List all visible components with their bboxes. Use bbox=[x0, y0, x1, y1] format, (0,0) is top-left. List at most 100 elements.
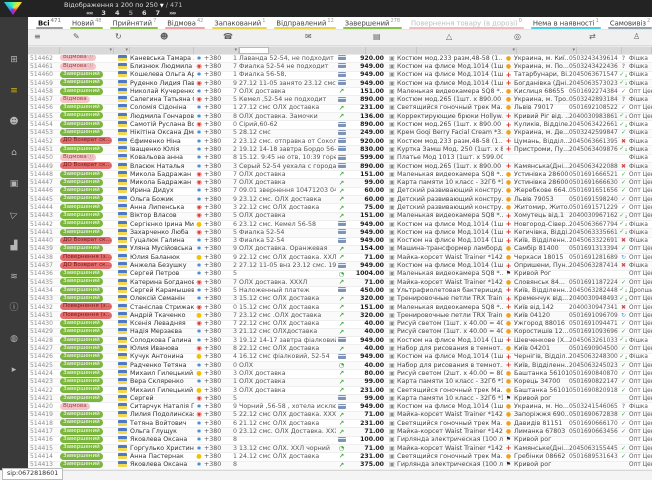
product-name: Крем Goqi Berry Facial Cream *3... bbox=[397, 129, 503, 137]
status-pill: Завершений bbox=[60, 395, 103, 402]
product-box-icon: ▣ bbox=[387, 88, 397, 96]
filter-cell-11[interactable] bbox=[622, 47, 652, 54]
comment: 22.12 смс ОЛХ доставка. ХХЛ bbox=[239, 254, 336, 262]
product-box-icon: ▣ bbox=[387, 295, 397, 303]
order-id: 514431 bbox=[28, 312, 60, 320]
sidebar-clients-icon[interactable]: ☻ bbox=[6, 117, 22, 127]
filter-cell-3[interactable] bbox=[130, 47, 194, 54]
ukrposhta-icon: ● bbox=[506, 55, 511, 62]
sidebar-info-icon[interactable]: ⓘ bbox=[6, 303, 22, 313]
kyivstar-icon: ∗ bbox=[196, 436, 201, 443]
tab-Запакований[interactable]: Запакований1 bbox=[212, 17, 267, 29]
amount: 949.00 bbox=[347, 337, 387, 345]
filter-cell-10[interactable] bbox=[577, 47, 622, 54]
tab-Нема в наявності[interactable]: Нема в наявності1 bbox=[531, 17, 601, 29]
app-logo-icon[interactable] bbox=[4, 2, 22, 15]
sidebar-dashboard-icon[interactable]: ⊞ bbox=[6, 55, 22, 65]
dropdown-icon[interactable]: ▾ bbox=[109, 47, 112, 54]
amount: 40.00 bbox=[347, 345, 387, 353]
product-box-icon: ▣ bbox=[387, 420, 397, 428]
page-number-6[interactable]: 6 bbox=[142, 9, 147, 17]
ukraine-flag-icon bbox=[118, 320, 127, 326]
filter-cell-0[interactable] bbox=[28, 47, 60, 54]
filter-cell-7[interactable] bbox=[366, 47, 417, 54]
kyivstar-icon: ∗ bbox=[196, 270, 201, 277]
dropdown-icon[interactable]: ▾ bbox=[125, 47, 128, 54]
phone: +380 bbox=[204, 304, 230, 312]
product-box-icon: ▣ bbox=[387, 378, 397, 386]
tab-Відправлений[interactable]: Відправлений12 bbox=[274, 17, 335, 29]
dropdown-icon[interactable]: ▾ bbox=[512, 47, 515, 54]
ukrposhta-icon: ● bbox=[506, 279, 511, 286]
order-id: 514441 bbox=[28, 229, 60, 237]
comment: ОЛХ доставка bbox=[239, 171, 336, 179]
money-received-icon: ↗ bbox=[339, 369, 344, 377]
product-name: Костюм на флисе Мод.1014 (1ш... bbox=[397, 229, 503, 237]
address: Хомутець від.1 bbox=[514, 212, 569, 220]
filter-cell-4[interactable]: ▾ bbox=[194, 47, 239, 54]
sidebar-settings-icon[interactable]: ≋ bbox=[6, 272, 22, 282]
filter-cell-8[interactable]: ▾ bbox=[417, 47, 517, 54]
filter-input[interactable] bbox=[239, 47, 269, 54]
filter-cell-1[interactable]: ▾ bbox=[60, 47, 114, 54]
filter-cell-6[interactable] bbox=[269, 47, 366, 54]
tab-Прийнятий[interactable]: Прийнятий7 bbox=[110, 17, 158, 29]
tab-Завершений[interactable]: Завершений278 bbox=[343, 17, 402, 29]
order-id: 514429 bbox=[28, 328, 60, 336]
sidebar-products-icon[interactable]: ▣ bbox=[6, 179, 22, 189]
sidebar-stats-icon[interactable]: ▟ bbox=[6, 241, 22, 251]
ukraine-flag-icon bbox=[118, 146, 127, 152]
last-page-icon[interactable]: »» bbox=[169, 9, 175, 17]
tab-count: 471 bbox=[51, 18, 61, 24]
client-name: Близнюк Людмила .. bbox=[130, 63, 194, 71]
ukraine-flag-icon bbox=[118, 138, 127, 144]
tab-Новий[interactable]: Новий48 bbox=[70, 17, 104, 29]
tab-Відмова[interactable]: Відмова42 bbox=[165, 17, 205, 29]
sidebar-company-icon[interactable]: ⌂ bbox=[6, 148, 22, 158]
tracking-number: 20450633356614 bbox=[569, 229, 618, 237]
sidebar-campaigns-icon[interactable]: ▷ bbox=[6, 210, 22, 220]
phone: +380 bbox=[204, 179, 230, 187]
product-name: Костюм на флисе Мод.1014 (1ш... bbox=[397, 262, 503, 270]
sales-channel: Фішка bbox=[629, 55, 652, 63]
sales-channel: Опт Центр bbox=[629, 420, 652, 428]
filter-cell-2[interactable]: ▾ bbox=[114, 47, 130, 54]
phone: +380 bbox=[204, 254, 230, 262]
filter-cell-9[interactable]: ▾ bbox=[517, 47, 577, 54]
product-name: Детский развивающий констру... bbox=[397, 196, 503, 204]
page-number-4[interactable]: 4 bbox=[115, 9, 120, 17]
kyivstar-icon: ∗ bbox=[196, 113, 201, 120]
order-id: 514416 bbox=[28, 436, 60, 444]
page-number-3[interactable]: 3 bbox=[101, 9, 106, 17]
money-received-icon: ↗ bbox=[339, 170, 344, 178]
dropdown-icon[interactable]: ▾ bbox=[572, 47, 575, 54]
amount: 100.00 bbox=[347, 436, 387, 444]
phone: +380 bbox=[204, 96, 230, 104]
tab-Самовивіз[interactable]: Самовивіз2 bbox=[608, 17, 652, 29]
sidebar-video-icon[interactable]: ▸ bbox=[6, 365, 22, 375]
address: Баштанка 56101 bbox=[514, 370, 569, 378]
delivered-check-icon: ✓ bbox=[621, 428, 626, 435]
flag-cell bbox=[114, 461, 130, 469]
page-number-5[interactable]: 5 bbox=[128, 9, 133, 17]
ukraine-flag-icon bbox=[118, 212, 127, 218]
tab-Всі[interactable]: Всі471 bbox=[36, 17, 63, 29]
first-page-icon[interactable]: «« bbox=[86, 9, 92, 17]
page-number-7[interactable]: 7 bbox=[156, 9, 161, 17]
calls-count: 5 bbox=[230, 287, 239, 295]
order-id: 514462 bbox=[28, 55, 60, 63]
sidebar-integrations-icon[interactable]: ◍ bbox=[6, 334, 22, 344]
sidebar-orders-icon[interactable]: ≡ bbox=[6, 86, 22, 96]
kyivstar-icon: ∗ bbox=[196, 295, 201, 302]
address: Запоріжжя 690... bbox=[514, 411, 569, 419]
calls-count: 3 bbox=[230, 295, 239, 303]
flag-cell bbox=[114, 453, 130, 461]
flag-cell bbox=[114, 370, 130, 378]
status-pill: ДО Возврат ск... bbox=[60, 262, 112, 269]
table-row[interactable]: 514413ЗавершенийЯковлева Оксана∗+3808↗37… bbox=[28, 462, 652, 470]
tab-Повернення товару (в дорозі)[interactable]: Повернення товару (в дорозі)0 bbox=[409, 17, 524, 29]
dropdown-icon[interactable]: ▾ bbox=[234, 47, 237, 54]
amount: 99.00 bbox=[347, 179, 387, 187]
calls-count: 0 bbox=[230, 362, 239, 370]
product-box-icon: ▣ bbox=[387, 328, 397, 336]
